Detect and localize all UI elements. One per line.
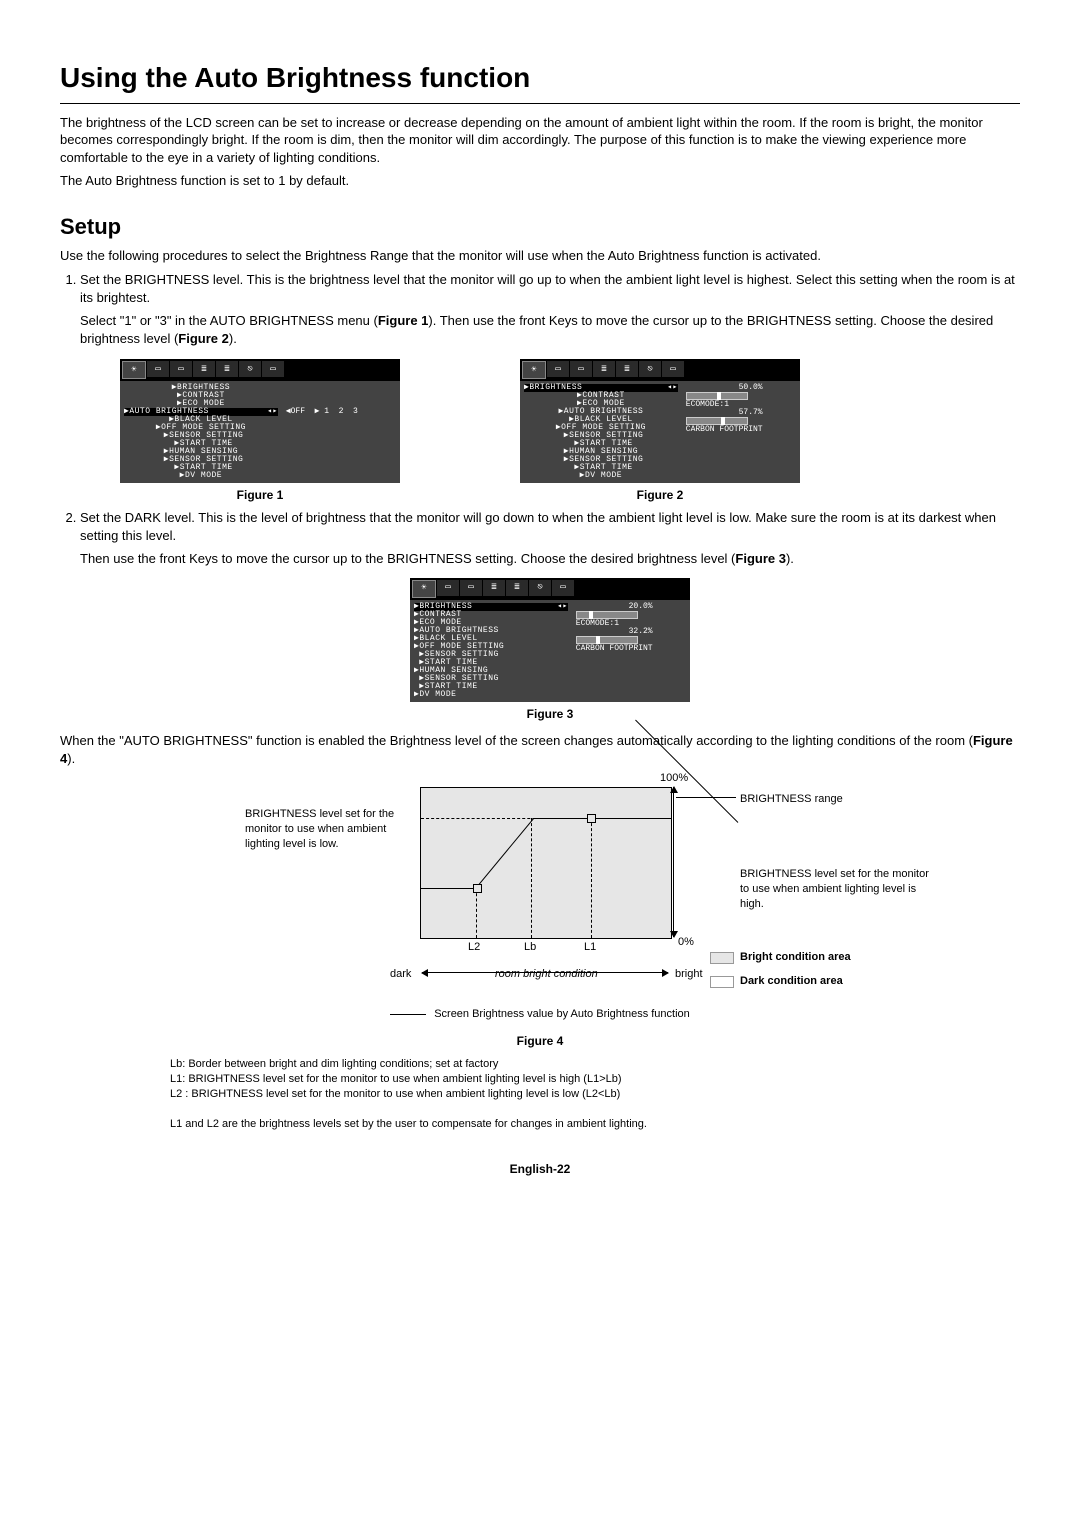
- tab-icon: ⎋: [529, 580, 551, 596]
- label-bright: bright: [675, 967, 703, 982]
- step-1: Set the BRIGHTNESS level. This is the br…: [80, 271, 1020, 503]
- tab-icon: ▭: [547, 361, 569, 377]
- tab-icon: ≣: [593, 361, 615, 377]
- label-high-brightness: BRIGHTNESS level set for the monitor to …: [740, 867, 940, 912]
- figure-1-caption: Figure 1: [120, 487, 400, 503]
- osd-menu-list: ▶BRIGHTNESS ▶CONTRAST ▶ECO MODE ▶AUTO BR…: [120, 381, 282, 483]
- note-l2: L2 : BRIGHTNESS level set for the monito…: [170, 1087, 1020, 1102]
- tab-icon: ▭: [437, 580, 459, 596]
- brightness-tab-icon: ☀: [522, 361, 546, 379]
- osd-menu-list: ▶BRIGHTNESS ◂▸ ▶CONTRAST ▶ECO MODE ▶AUTO…: [410, 600, 572, 702]
- tab-icon: ≣: [216, 361, 238, 377]
- auto-para-pre: When the "AUTO BRIGHTNESS" function is e…: [60, 733, 973, 748]
- tab-icon: ▭: [262, 361, 284, 377]
- label-l2: L2: [468, 940, 480, 955]
- osd-right-panel: ◀OFF ▶ 1 2 3: [282, 381, 362, 483]
- brightness-tab-icon: ☀: [122, 361, 146, 379]
- carbon-footprint-label: CARBON FOOTPRINT: [576, 644, 653, 653]
- auto-brightness-options: ◀OFF ▶ 1 2 3: [286, 407, 358, 416]
- notes-block: Lb: Border between bright and dim lighti…: [170, 1057, 1020, 1131]
- osd-tab-bar: ☀ ▭ ▭ ≣ ≣ ⎋ ▭: [120, 359, 400, 381]
- plot-area: [420, 787, 672, 939]
- secondary-pct: 57.7%: [739, 408, 763, 417]
- label-dark-area: Dark condition area: [740, 974, 940, 989]
- osd-right-panel: 20.0% ECOMODE:1 32.2% CARBON FOOTPRINT: [572, 600, 657, 702]
- figure1-ref: Figure 1: [378, 313, 429, 328]
- tab-icon: ▭: [170, 361, 192, 377]
- label-low-brightness: BRIGHTNESS level set for the monitor to …: [245, 807, 415, 852]
- figure-2: ☀ ▭ ▭ ≣ ≣ ⎋ ▭ ▶BRIGHTNESS ◂▸ ▶CONTRAST ▶…: [520, 359, 800, 503]
- step2b-end: ).: [786, 551, 794, 566]
- osd-menu-list: ▶BRIGHTNESS ◂▸ ▶CONTRAST ▶ECO MODE ▶AUTO…: [520, 381, 682, 483]
- figure-4-caption: Figure 4: [210, 1033, 870, 1049]
- osd-tab-bar: ☀ ▭ ▭ ≣ ≣ ⎋ ▭: [520, 359, 800, 381]
- tab-icon: ≣: [616, 361, 638, 377]
- ecomode-label: ECOMODE:1: [576, 619, 619, 628]
- step1b-end: ).: [229, 331, 237, 346]
- label-brightness-range: BRIGHTNESS range: [740, 792, 940, 807]
- step-2: Set the DARK level. This is the level of…: [80, 509, 1020, 722]
- label-100pct: 100%: [660, 771, 688, 786]
- note-l1: L1: BRIGHTNESS level set for the monitor…: [170, 1072, 1020, 1087]
- figure-3-caption: Figure 3: [527, 706, 574, 722]
- step-1-text-b: Select "1" or "3" in the AUTO BRIGHTNESS…: [80, 312, 1020, 347]
- step-2-text-a: Set the DARK level. This is the level of…: [80, 510, 996, 543]
- brightness-value: 50.0%: [739, 383, 763, 392]
- label-bright-area: Bright condition area: [740, 950, 940, 965]
- step1b-pre: Select "1" or "3" in the AUTO BRIGHTNESS…: [80, 313, 378, 328]
- tab-icon: ≣: [193, 361, 215, 377]
- carbon-footprint-label: CARBON FOOTPRINT: [686, 425, 763, 434]
- ecomode-label: ECOMODE:1: [686, 400, 729, 409]
- osd-tab-bar: ☀ ▭ ▭ ≣ ≣ ⎋ ▭: [410, 578, 690, 600]
- figure3-ref: Figure 3: [735, 551, 786, 566]
- label-lb: Lb: [524, 940, 536, 955]
- step2b-pre: Then use the front Keys to move the curs…: [80, 551, 735, 566]
- tab-icon: ⎋: [239, 361, 261, 377]
- tab-icon: ▭: [552, 580, 574, 596]
- step-1-text-a: Set the BRIGHTNESS level. This is the br…: [80, 272, 1015, 305]
- step-2-text-b: Then use the front Keys to move the curs…: [80, 550, 1020, 568]
- label-l1: L1: [584, 940, 596, 955]
- tab-icon: ▭: [662, 361, 684, 377]
- tab-icon: ▭: [570, 361, 592, 377]
- osd-right-panel: 50.0% ECOMODE:1 57.7% CARBON FOOTPRINT: [682, 381, 767, 483]
- osd-screenshot-2: ☀ ▭ ▭ ≣ ≣ ⎋ ▭ ▶BRIGHTNESS ◂▸ ▶CONTRAST ▶…: [520, 359, 800, 483]
- label-dark: dark: [390, 967, 411, 982]
- label-room-condition: room bright condition: [495, 967, 598, 982]
- tab-icon: ▭: [460, 580, 482, 596]
- tab-icon: ⎋: [639, 361, 661, 377]
- osd-screenshot-1: ☀ ▭ ▭ ≣ ≣ ⎋ ▭ ▶BRIGHTNESS ▶CONTRAST ▶ECO…: [120, 359, 400, 483]
- note-lb: Lb: Border between bright and dim lighti…: [170, 1057, 1020, 1072]
- tab-icon: ≣: [506, 580, 528, 596]
- figure-4-diagram: 100% 0% BRIGHTNESS level set for the mon…: [210, 777, 870, 1047]
- tab-icon: ▭: [147, 361, 169, 377]
- legend-line-icon: [390, 1014, 426, 1015]
- figure-1: ☀ ▭ ▭ ≣ ≣ ⎋ ▭ ▶BRIGHTNESS ▶CONTRAST ▶ECO…: [120, 359, 400, 503]
- note-final: L1 and L2 are the brightness levels set …: [170, 1117, 1020, 1132]
- page-footer: English-22: [60, 1161, 1020, 1177]
- brightness-value: 20.0%: [629, 602, 653, 611]
- osd-screenshot-3: ☀ ▭ ▭ ≣ ≣ ⎋ ▭ ▶BRIGHTNESS ◂▸ ▶CONTRAST ▶…: [410, 578, 690, 702]
- figure-2-caption: Figure 2: [520, 487, 800, 503]
- legend-text: Screen Brightness value by Auto Brightne…: [434, 1007, 690, 1022]
- page-title: Using the Auto Brightness function: [60, 59, 1020, 104]
- auto-brightness-paragraph: When the "AUTO BRIGHTNESS" function is e…: [60, 732, 1020, 767]
- setup-intro: Use the following procedures to select t…: [60, 247, 1020, 265]
- intro-paragraph-1: The brightness of the LCD screen can be …: [60, 114, 1020, 167]
- tab-icon: ≣: [483, 580, 505, 596]
- label-0pct: 0%: [678, 935, 694, 950]
- setup-heading: Setup: [60, 212, 1020, 242]
- auto-para-end: ).: [67, 751, 75, 766]
- secondary-pct: 32.2%: [629, 627, 653, 636]
- brightness-tab-icon: ☀: [412, 580, 436, 598]
- figure2-ref: Figure 2: [178, 331, 229, 346]
- intro-paragraph-2: The Auto Brightness function is set to 1…: [60, 172, 1020, 190]
